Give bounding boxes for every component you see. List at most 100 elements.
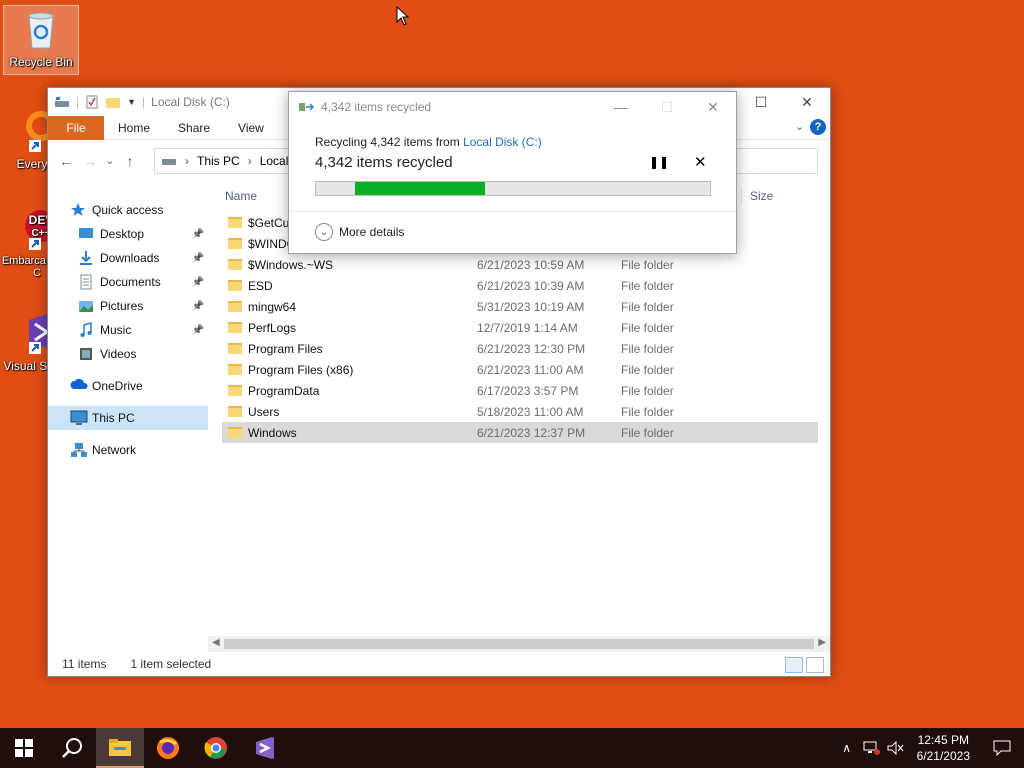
pin-icon[interactable]: 📌 (192, 229, 204, 240)
nav-item-label: Network (92, 443, 137, 457)
star-icon (70, 202, 86, 218)
pin-icon[interactable]: 📌 (192, 325, 204, 336)
nav-item-documents[interactable]: Documents 📌 (48, 270, 208, 294)
stop-icon[interactable]: ✕ (694, 153, 707, 171)
file-date: 5/18/2023 11:00 AM (477, 404, 584, 419)
horizontal-scrollbar[interactable]: ◀ ▶ (208, 636, 830, 652)
help-icon[interactable]: ? (810, 119, 826, 135)
forward-arrow-icon[interactable]: → (78, 153, 102, 169)
dialog-maximize-button[interactable]: ☐ (644, 92, 690, 122)
desktop-icon (78, 226, 94, 242)
tab-file[interactable]: File (48, 115, 104, 140)
desktop-icon-recycle-bin[interactable]: Recycle Bin (3, 5, 79, 75)
file-name: mingw64 (248, 299, 297, 314)
file-row[interactable]: Users 5/18/2023 11:00 AM File folder (222, 401, 818, 422)
properties-icon[interactable] (85, 95, 99, 109)
navigation-pane: Quick access Desktop 📌 Downloads 📌 Documents 📌… (48, 198, 208, 652)
folder-icon (228, 364, 242, 375)
tab-home[interactable]: Home (104, 116, 164, 140)
drive-icon (55, 97, 69, 107)
file-row[interactable]: $Windows.~WS 6/21/2023 10:59 AM File folde… (222, 254, 818, 275)
chrome-icon (204, 737, 227, 759)
notifications-icon[interactable] (980, 740, 1024, 756)
recent-locations-chevron-icon[interactable]: ⌄ (102, 156, 118, 167)
recycle-progress-dialog: 4,342 items recycled — ☐ ✕ Recycling 4,3… (288, 91, 737, 254)
volume-muted-icon[interactable] (883, 741, 907, 755)
dialog-source-link[interactable]: Local Disk (C:) (463, 135, 542, 149)
folder-icon (228, 343, 242, 354)
large-icons-view-icon[interactable] (806, 657, 824, 673)
nav-item-desktop[interactable]: Desktop 📌 (48, 222, 208, 246)
file-type: File folder (621, 299, 674, 314)
dialog-close-button[interactable]: ✕ (690, 92, 736, 122)
scroll-right-icon[interactable]: ▶ (818, 637, 826, 648)
folder-icon (228, 259, 242, 270)
file-name: $Windows.~WS (248, 257, 334, 272)
close-button[interactable]: ✕ (784, 88, 830, 116)
file-row[interactable]: Program Files (x86) 6/21/2023 11:00 AM Fil… (222, 359, 818, 380)
file-row[interactable]: Windows 6/21/2023 12:37 PM File folder (222, 422, 818, 443)
network-disconnected-icon[interactable] (859, 741, 883, 755)
details-view-icon[interactable] (785, 657, 803, 673)
nav-item-label: OneDrive (92, 379, 143, 393)
status-bar: 11 items 1 item selected (48, 652, 830, 676)
taskbar-chrome[interactable] (192, 728, 240, 768)
file-row[interactable]: PerfLogs 12/7/2019 1:14 AM File folder (222, 317, 818, 338)
tab-view[interactable]: View (224, 116, 278, 140)
progress-bar (315, 181, 711, 196)
recycle-transfer-icon (299, 103, 315, 111)
file-name: ESD (248, 278, 273, 293)
nav-item-network[interactable]: Network (48, 438, 208, 462)
dialog-minimize-button[interactable]: — (598, 92, 644, 122)
file-row[interactable]: Program Files 6/21/2023 12:30 PM File fold… (222, 338, 818, 359)
start-button[interactable] (0, 728, 48, 768)
taskbar-firefox[interactable] (144, 728, 192, 768)
file-row[interactable]: ProgramData 6/17/2023 3:57 PM File folder (222, 380, 818, 401)
breadcrumb-separator-icon: › (247, 154, 252, 168)
qa-dropdown-icon[interactable]: ▼ (127, 97, 136, 107)
pin-icon[interactable]: 📌 (192, 253, 204, 264)
back-arrow-icon[interactable]: ← (54, 153, 78, 169)
new-folder-icon[interactable] (105, 95, 121, 109)
search-button[interactable] (48, 728, 96, 768)
file-type: File folder (621, 278, 674, 293)
document-icon (78, 274, 94, 290)
pin-icon[interactable]: 📌 (192, 301, 204, 312)
scroll-left-icon[interactable]: ◀ (212, 637, 220, 648)
music-note-icon (78, 322, 94, 338)
nav-item-label: This PC (92, 411, 135, 425)
network-icon (70, 442, 87, 458)
folder-icon (228, 427, 242, 438)
dialog-title: 4,342 items recycled (321, 100, 432, 114)
up-arrow-icon[interactable]: ↑ (118, 153, 142, 169)
maximize-button[interactable]: ☐ (738, 88, 784, 116)
clock-date: 6/21/2023 (916, 749, 970, 763)
column-header-size[interactable]: Size (741, 189, 773, 203)
nav-item-downloads[interactable]: Downloads 📌 (48, 246, 208, 270)
taskbar-visual-studio[interactable] (240, 728, 288, 768)
more-details-toggle[interactable]: ⌄ More details (315, 223, 404, 241)
taskbar-file-explorer[interactable] (96, 728, 144, 768)
file-date: 6/21/2023 11:00 AM (477, 362, 584, 377)
nav-item-this-pc[interactable]: This PC (48, 406, 208, 430)
nav-item-videos[interactable]: Videos (48, 342, 208, 366)
breadcrumb-this-pc[interactable]: This PC (197, 154, 240, 168)
clock[interactable]: 12:45 PM 6/21/2023 (907, 732, 980, 764)
nav-item-music[interactable]: Music 📌 (48, 318, 208, 342)
tab-share[interactable]: Share (164, 116, 224, 140)
file-row[interactable]: ESD 6/21/2023 10:39 AM File folder (222, 275, 818, 296)
ribbon-expand-icon[interactable]: ⌄ (795, 120, 804, 133)
nav-item-quick-access[interactable]: Quick access (48, 198, 208, 222)
dialog-heading: 4,342 items recycled (315, 154, 453, 171)
mouse-cursor-icon (396, 6, 410, 26)
show-hidden-icons-chevron-icon[interactable]: ∧ (835, 741, 859, 755)
file-row[interactable]: mingw64 5/31/2023 10:19 AM File folder (222, 296, 818, 317)
file-name: Program Files (248, 341, 323, 356)
pause-icon[interactable]: ❚❚ (649, 155, 669, 169)
scrollbar-thumb[interactable] (224, 639, 814, 649)
nav-item-onedrive[interactable]: OneDrive (48, 374, 208, 398)
file-name: Program Files (x86) (248, 362, 354, 377)
nav-item-pictures[interactable]: Pictures 📌 (48, 294, 208, 318)
pin-icon[interactable]: 📌 (192, 277, 204, 288)
pictures-icon (78, 298, 94, 314)
